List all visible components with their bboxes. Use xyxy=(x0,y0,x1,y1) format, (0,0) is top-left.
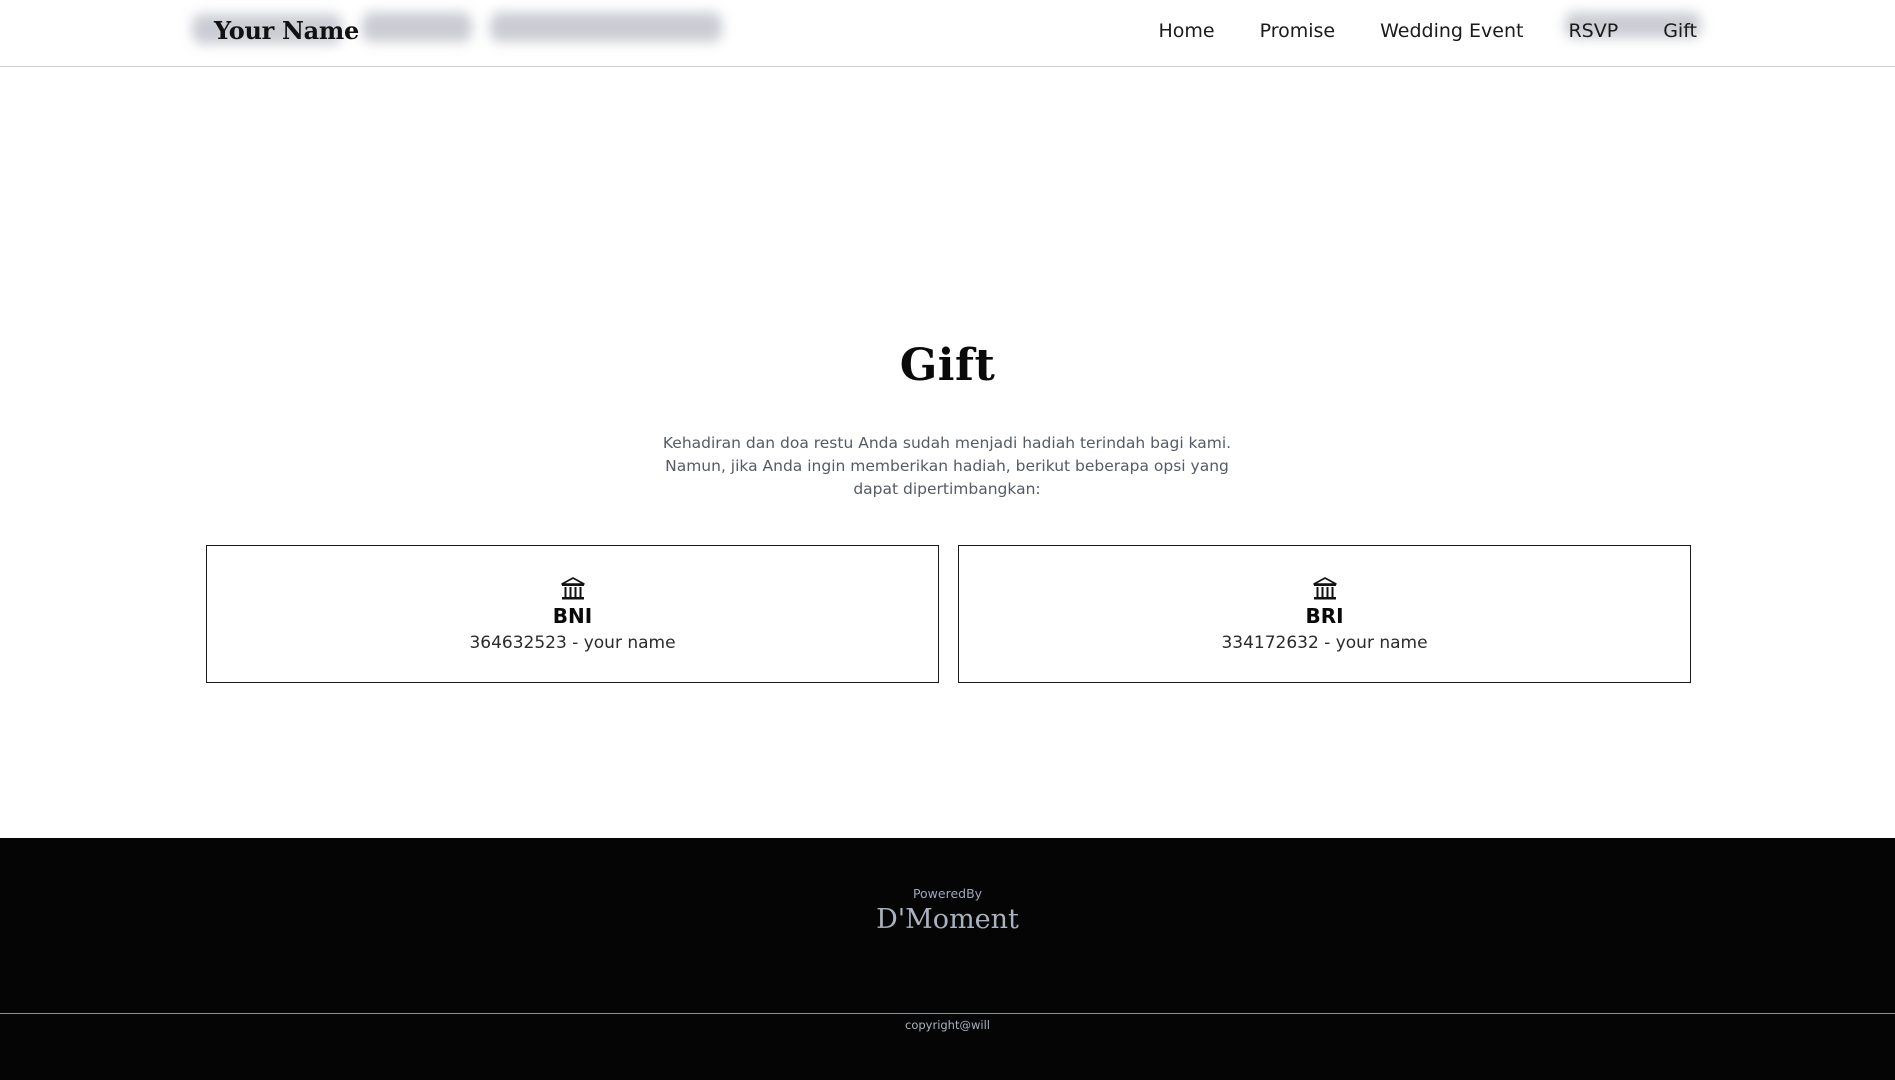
site-footer: PoweredBy D'Moment copyright@will xyxy=(0,838,1895,1080)
site-brand[interactable]: Your Name xyxy=(214,16,359,45)
footer-brand[interactable]: D'Moment xyxy=(0,904,1895,935)
nav-gift[interactable]: Gift xyxy=(1663,20,1697,42)
copyright-text: copyright@will xyxy=(905,1018,990,1032)
bank-icon xyxy=(560,577,585,600)
bank-name: BNI xyxy=(552,604,593,628)
powered-by-label: PoweredBy xyxy=(912,886,983,901)
bank-name: BRI xyxy=(1305,604,1344,628)
main-nav: Home Promise Wedding Event RSVP Gift xyxy=(1158,20,1697,42)
gift-title: Gift xyxy=(899,340,996,391)
nav-promise[interactable]: Promise xyxy=(1260,20,1336,42)
footer-divider xyxy=(0,1013,1895,1014)
nav-rsvp[interactable]: RSVP xyxy=(1568,20,1618,42)
site-header: Your Name Home Promise Wedding Event RSV… xyxy=(0,0,1895,67)
bank-card-bni: BNI 364632523 - your name xyxy=(206,545,939,683)
bank-account-number: 364632523 - your name xyxy=(469,633,676,653)
bank-icon xyxy=(1312,577,1337,600)
bank-card-bri: BRI 334172632 - your name xyxy=(958,545,1691,683)
gift-description: Kehadiran dan doa restu Anda sudah menja… xyxy=(662,434,1232,498)
bank-account-number: 334172632 - your name xyxy=(1221,633,1428,653)
nav-home[interactable]: Home xyxy=(1158,20,1214,42)
nav-wedding-event[interactable]: Wedding Event xyxy=(1380,20,1523,42)
